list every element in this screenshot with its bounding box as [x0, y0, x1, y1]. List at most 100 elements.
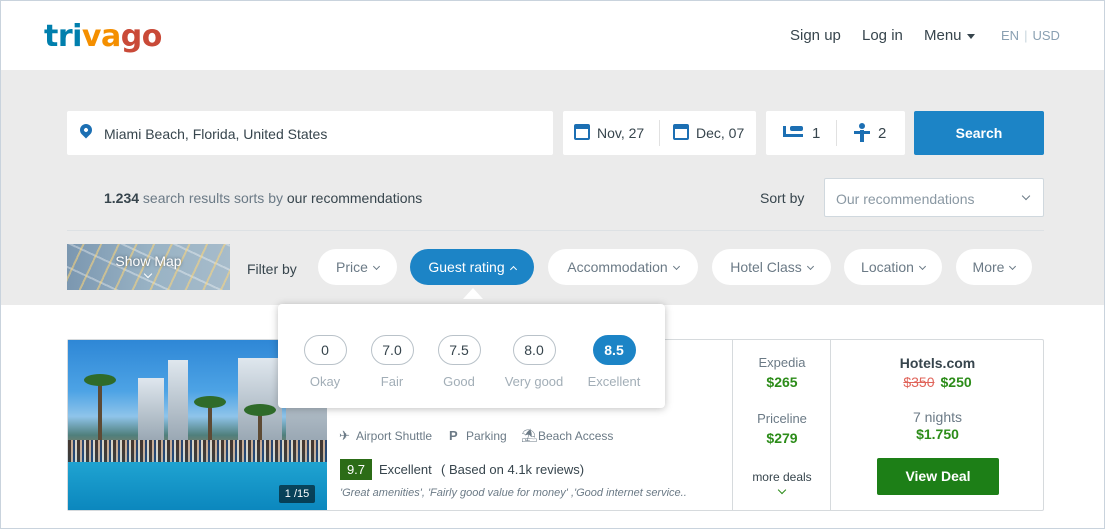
filter-guest-rating[interactable]: Guest rating — [410, 249, 534, 285]
amenity-beach-access: ⛱Beach Access — [521, 428, 613, 444]
amenity-airport-shuttle: ✈ Airport Shuttle — [339, 428, 432, 444]
caret-down-icon — [966, 33, 975, 39]
parking-icon: P — [449, 428, 458, 443]
filter-more[interactable]: More — [956, 249, 1032, 285]
popup-pointer — [463, 288, 483, 299]
chevron-down-icon — [143, 269, 153, 279]
rating-option-fair[interactable]: 7.0 Fair — [357, 335, 427, 389]
rating-label: Very good — [504, 374, 564, 389]
chevron-down-icon — [918, 262, 927, 271]
rating-option-good[interactable]: 7.5 Good — [424, 335, 494, 389]
results-count: 1.234 — [104, 190, 140, 206]
rating-value: 0 — [303, 335, 347, 365]
bed-icon — [783, 126, 803, 137]
reviews-count[interactable]: ( Based on 4.1k reviews) — [441, 462, 584, 477]
filter-label: Price — [336, 259, 368, 275]
beach-umbrella-icon: ⛱ — [521, 428, 538, 443]
logo-part-3: go — [120, 19, 163, 54]
rating-value: 8.5 — [592, 335, 636, 365]
search-button[interactable]: Search — [914, 111, 1044, 155]
rating-label: Fair — [380, 374, 404, 389]
results-sort-text: our recommendations — [286, 190, 423, 206]
deal-price[interactable]: $265 — [733, 374, 831, 390]
amenity-label: Airport Shuttle — [356, 429, 433, 443]
review-snippet: 'Great amenities', 'Fairly good value fo… — [340, 487, 687, 499]
sort-value: Our recommendations — [836, 191, 975, 207]
filter-label: Location — [861, 259, 914, 275]
login-link[interactable]: Log in — [862, 27, 903, 44]
filter-hotel-class[interactable]: Hotel Class — [712, 249, 831, 285]
rating-option-excellent[interactable]: 8.5 Excellent — [579, 335, 649, 389]
destination-value: Miami Beach, Florida, United States — [104, 126, 328, 142]
divider — [659, 120, 660, 146]
amenity-label: Beach Access — [538, 429, 614, 443]
view-deal-button[interactable]: View Deal — [877, 458, 999, 495]
chevron-down-icon — [1021, 191, 1031, 201]
rooms-count: 1 — [812, 125, 821, 142]
room-guest-selector[interactable]: 1 2 — [766, 111, 905, 155]
palm-tree — [244, 404, 276, 442]
palm-tree — [84, 374, 116, 440]
rating-value: 8.0 — [512, 335, 556, 365]
rating-option-okay[interactable]: 0 Okay — [290, 335, 360, 389]
rating-word: Excellent — [379, 462, 432, 477]
new-price: $250 — [940, 374, 972, 390]
amenity-label: Parking — [466, 429, 507, 443]
language-label: EN — [1001, 28, 1020, 43]
top-header: trivago Sign up Log in Menu EN | USD — [1, 1, 1104, 70]
date-picker: Nov, 27 Dec, 07 — [563, 111, 756, 155]
building-shape — [168, 360, 188, 440]
amenity-parking: P Parking — [449, 428, 507, 443]
menu-dropdown[interactable]: Menu — [924, 27, 975, 44]
best-deal-prices: $350 $250 — [831, 374, 1044, 390]
other-deals: Expedia $265 Priceline $279 more deals — [732, 340, 830, 510]
rating-badge: 9.7 — [340, 459, 372, 480]
guests-count: 2 — [878, 125, 887, 142]
palm-tree — [194, 396, 226, 442]
more-deals-link[interactable]: more deals — [733, 470, 831, 484]
old-price: $350 — [903, 374, 935, 390]
separator: | — [1024, 28, 1028, 43]
chevron-down-icon — [372, 262, 380, 271]
airplane-icon: ✈ — [339, 428, 350, 443]
deal-site[interactable]: Expedia — [733, 355, 831, 370]
deal-price[interactable]: $279 — [733, 430, 831, 446]
results-summary: 1.234 search results sorts by our recomm… — [104, 190, 422, 206]
person-icon — [854, 123, 870, 142]
filter-by-label: Filter by — [247, 261, 297, 277]
filter-label: Hotel Class — [730, 259, 802, 275]
calendar-icon — [673, 124, 689, 140]
checkout-date[interactable]: Dec, 07 — [696, 125, 744, 141]
total-price: $1.750 — [916, 426, 959, 442]
building-shape — [138, 378, 164, 440]
trivago-logo[interactable]: trivago — [44, 19, 162, 54]
filter-label: Guest rating — [428, 259, 505, 275]
divider — [67, 230, 1044, 231]
filter-location[interactable]: Location — [844, 249, 942, 285]
filter-label: Accommodation — [567, 259, 668, 275]
rating-option-very-good[interactable]: 8.0 Very good — [499, 335, 569, 389]
show-map-label: Show Map — [115, 253, 182, 269]
results-middle-text: search results sorts by — [139, 190, 287, 206]
logo-part-2: va — [81, 19, 121, 54]
location-pin-icon — [77, 121, 95, 139]
menu-label: Menu — [924, 27, 962, 44]
sort-select[interactable]: Our recommendations — [824, 178, 1044, 217]
show-map-button[interactable]: Show Map — [67, 244, 230, 290]
filter-price[interactable]: Price — [318, 249, 397, 285]
destination-input[interactable]: Miami Beach, Florida, United States — [67, 111, 553, 155]
signup-link[interactable]: Sign up — [790, 27, 841, 44]
checkin-date[interactable]: Nov, 27 — [597, 125, 644, 141]
rating-label: Okay — [309, 374, 341, 389]
calendar-icon — [574, 124, 590, 140]
guest-rating-popup: 0 Okay 7.0 Fair 7.5 Good 8.0 Very good 8… — [278, 304, 665, 408]
image-counter[interactable]: 1 /15 — [279, 485, 315, 503]
language-currency[interactable]: EN | USD — [1001, 28, 1060, 43]
filter-accommodation[interactable]: Accommodation — [548, 249, 698, 285]
deal-site[interactable]: Priceline — [733, 411, 831, 426]
rating-label: Good — [443, 374, 475, 389]
search-area: Miami Beach, Florida, United States Nov,… — [1, 70, 1104, 305]
best-deal-site: Hotels.com — [899, 355, 976, 371]
rating-value: 7.0 — [370, 335, 414, 365]
chevron-down-icon — [806, 262, 814, 271]
